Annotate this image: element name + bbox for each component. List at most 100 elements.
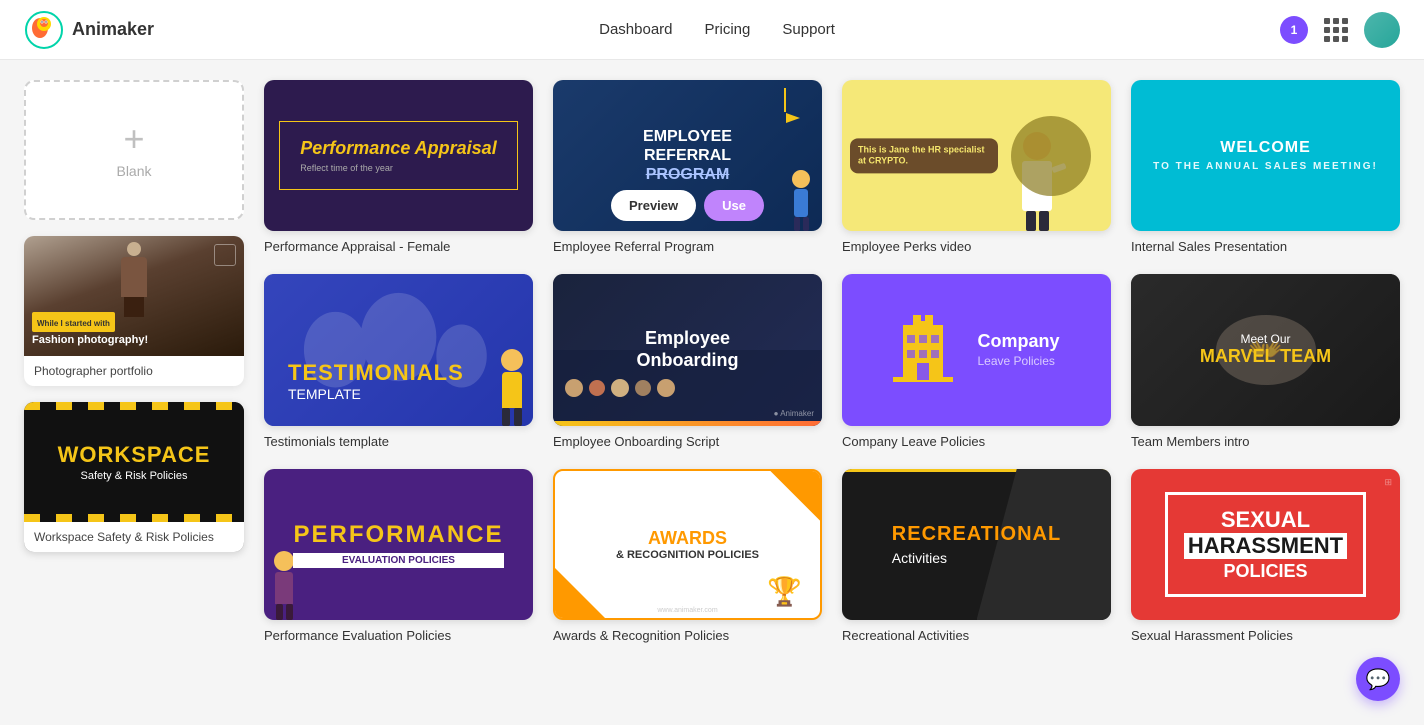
template-name: Sexual Harassment Policies xyxy=(1131,628,1400,643)
template-item-awards[interactable]: AWARDS & RECOGNITION POLICIES 🏆 www.anim… xyxy=(553,469,822,643)
template-thumb-employee-referral: EMPLOYEEREFERRALPROGRAM xyxy=(553,80,822,231)
template-name: Team Members intro xyxy=(1131,434,1400,449)
template-thumb-employee-perks: This is Jane the HR specialist at CRYPTO… xyxy=(842,80,1111,231)
template-thumb-team-members: 👐 Meet Our MARVEL TEAM Preview Use xyxy=(1131,274,1400,425)
preview-button[interactable]: Preview xyxy=(898,140,983,171)
blank-template-card[interactable]: + Blank xyxy=(24,80,244,220)
team-text-block: Meet Our MARVEL TEAM xyxy=(1200,332,1331,367)
testimonials-subtitle: TEMPLATE xyxy=(288,386,464,402)
template-name: Internal Sales Presentation xyxy=(1131,239,1400,254)
figure-silhouette xyxy=(112,242,156,322)
template-item-internal-sales[interactable]: WELCOME TO THE ANNUAL SALES MEETING! Pre… xyxy=(1131,80,1400,254)
template-item-testimonials[interactable]: TESTIMONIALS TEMPLATE Preview Use Testim… xyxy=(264,274,533,448)
sidebar: + Blank While I started with xyxy=(24,80,244,705)
use-button-referral[interactable]: Use xyxy=(704,190,764,221)
nav-pricing[interactable]: Pricing xyxy=(705,21,751,38)
team-intro: Meet Our xyxy=(1200,332,1331,346)
template-name: Company Leave Policies xyxy=(842,434,1111,449)
template-item-employee-perks[interactable]: This is Jane the HR specialist at CRYPTO… xyxy=(842,80,1111,254)
awards-title: AWARDS xyxy=(616,528,759,549)
workspace-stripe-top xyxy=(24,402,244,410)
header-actions: 1 xyxy=(1280,12,1400,48)
template-item-company-leave[interactable]: Company Leave Policies Preview Use Compa… xyxy=(842,274,1111,448)
referral-content: EMPLOYEEREFERRALPROGRAM xyxy=(643,127,732,185)
trophy-icon: 🏆 xyxy=(767,575,802,608)
awards-subtitle: & RECOGNITION POLICIES xyxy=(616,549,759,561)
sidebar-item-workspace[interactable]: WORKSPACE Safety & Risk Policies Workspa… xyxy=(24,402,244,552)
template-thumb-company-leave: Company Leave Policies Preview Use xyxy=(842,274,1111,425)
rec-title: RECREATIONAL xyxy=(892,523,1061,546)
workspace-text-block: WORKSPACE Safety & Risk Policies xyxy=(58,442,211,482)
apps-grid-icon[interactable] xyxy=(1324,18,1348,42)
template-name: Employee Perks video xyxy=(842,239,1111,254)
template-grid: Performance Appraisal Reflect time of th… xyxy=(264,80,1400,643)
template-item-perf-eval[interactable]: PERFORMANCE EVALUATION POLICIES Preview … xyxy=(264,469,533,643)
referral-action-btns: Preview Use xyxy=(563,190,812,221)
logo[interactable]: Animaker xyxy=(24,10,154,50)
template-thumb-sexual-harassment: SEXUAL HARASSMENT POLICIES ⊞ Preview Use xyxy=(1131,469,1400,620)
plus-icon: + xyxy=(123,121,144,157)
template-item-sexual-harassment[interactable]: SEXUAL HARASSMENT POLICIES ⊞ Preview Use… xyxy=(1131,469,1400,643)
grid-dot xyxy=(1333,36,1339,42)
main-nav: Dashboard Pricing Support xyxy=(599,21,835,38)
template-thumb-employee-onboarding: EmployeeOnboarding ● Animaker Preview Us… xyxy=(553,274,822,425)
url-watermark: www.animaker.com xyxy=(657,607,717,614)
testimonials-text: TESTIMONIALS TEMPLATE xyxy=(276,348,476,414)
pe-subtitle: EVALUATION POLICIES xyxy=(293,553,503,568)
referral-text: EMPLOYEEREFERRALPROGRAM xyxy=(643,127,732,185)
chat-icon: 💬 xyxy=(1366,667,1391,692)
use-button[interactable]: Use xyxy=(995,140,1055,171)
template-thumb-internal-sales: WELCOME TO THE ANNUAL SALES MEETING! Pre… xyxy=(1131,80,1400,231)
sexual-title: SEXUAL xyxy=(1184,507,1347,533)
blank-label: Blank xyxy=(116,163,151,179)
testimonial-char xyxy=(501,349,523,426)
pe-title: PERFORMANCE xyxy=(293,521,503,549)
sexual-harassment-word: HARASSMENT xyxy=(1184,533,1347,559)
template-thumb-awards: AWARDS & RECOGNITION POLICIES 🏆 www.anim… xyxy=(553,469,822,620)
template-thumb-perf-appraisal: Performance Appraisal Reflect time of th… xyxy=(264,80,533,231)
template-item-employee-onboarding[interactable]: EmployeeOnboarding ● Animaker Preview Us… xyxy=(553,274,822,448)
animaker-logo-icon xyxy=(24,10,64,50)
grid-dot xyxy=(1342,36,1348,42)
workspace-stripe-bottom xyxy=(24,514,244,522)
template-item-perf-appraisal[interactable]: Performance Appraisal Reflect time of th… xyxy=(264,80,533,254)
template-thumb-perf-eval: PERFORMANCE EVALUATION POLICIES Preview … xyxy=(264,469,533,620)
template-name: Awards & Recognition Policies xyxy=(553,628,822,643)
team-name: MARVEL TEAM xyxy=(1200,346,1331,367)
template-item-recreational[interactable]: RECREATIONAL Activities Preview Use Recr… xyxy=(842,469,1111,643)
corner-icon xyxy=(214,244,236,266)
use-button[interactable]: Use xyxy=(995,334,1055,365)
logo-text: Animaker xyxy=(72,19,154,40)
use-button[interactable]: Use xyxy=(417,140,477,171)
use-button[interactable]: Use xyxy=(1284,140,1344,171)
template-item-employee-referral[interactable]: EMPLOYEEREFERRALPROGRAM xyxy=(553,80,822,254)
template-name: Performance Appraisal - Female xyxy=(264,239,533,254)
template-name: Performance Evaluation Policies xyxy=(264,628,533,643)
grid-dot xyxy=(1324,18,1330,24)
preview-button[interactable]: Preview xyxy=(1187,140,1272,171)
testimonials-title: TESTIMONIALS xyxy=(288,360,464,386)
template-name: Recreational Activities xyxy=(842,628,1111,643)
template-thumb-testimonials: TESTIMONIALS TEMPLATE Preview Use xyxy=(264,274,533,425)
preview-button[interactable]: Preview xyxy=(320,140,405,171)
onboard-title: EmployeeOnboarding xyxy=(637,328,739,371)
template-item-team-members[interactable]: 👐 Meet Our MARVEL TEAM Preview Use Team … xyxy=(1131,274,1400,448)
sidebar-item-photographer[interactable]: While I started with Fashion photography… xyxy=(24,236,244,386)
chat-fab-button[interactable]: 💬 xyxy=(1356,657,1400,701)
photographer-label: Photographer portfolio xyxy=(24,356,244,386)
template-name: Employee Onboarding Script xyxy=(553,434,822,449)
nav-dashboard[interactable]: Dashboard xyxy=(599,21,672,38)
user-avatar[interactable] xyxy=(1364,12,1400,48)
onboard-text-block: EmployeeOnboarding xyxy=(637,328,739,371)
flag-icon xyxy=(784,88,798,122)
grid-dot xyxy=(1333,27,1339,33)
sexual-border: SEXUAL HARASSMENT POLICIES xyxy=(1165,492,1366,597)
preview-button-referral[interactable]: Preview xyxy=(611,190,696,221)
workspace-label: Workspace Safety & Risk Policies xyxy=(24,522,244,552)
fashion-tag: While I started with xyxy=(32,312,115,332)
workspace-title: WORKSPACE xyxy=(58,442,211,468)
preview-button[interactable]: Preview xyxy=(898,334,983,365)
workspace-thumb: WORKSPACE Safety & Risk Policies xyxy=(24,402,244,522)
nav-support[interactable]: Support xyxy=(782,21,835,38)
notification-badge[interactable]: 1 xyxy=(1280,16,1308,44)
